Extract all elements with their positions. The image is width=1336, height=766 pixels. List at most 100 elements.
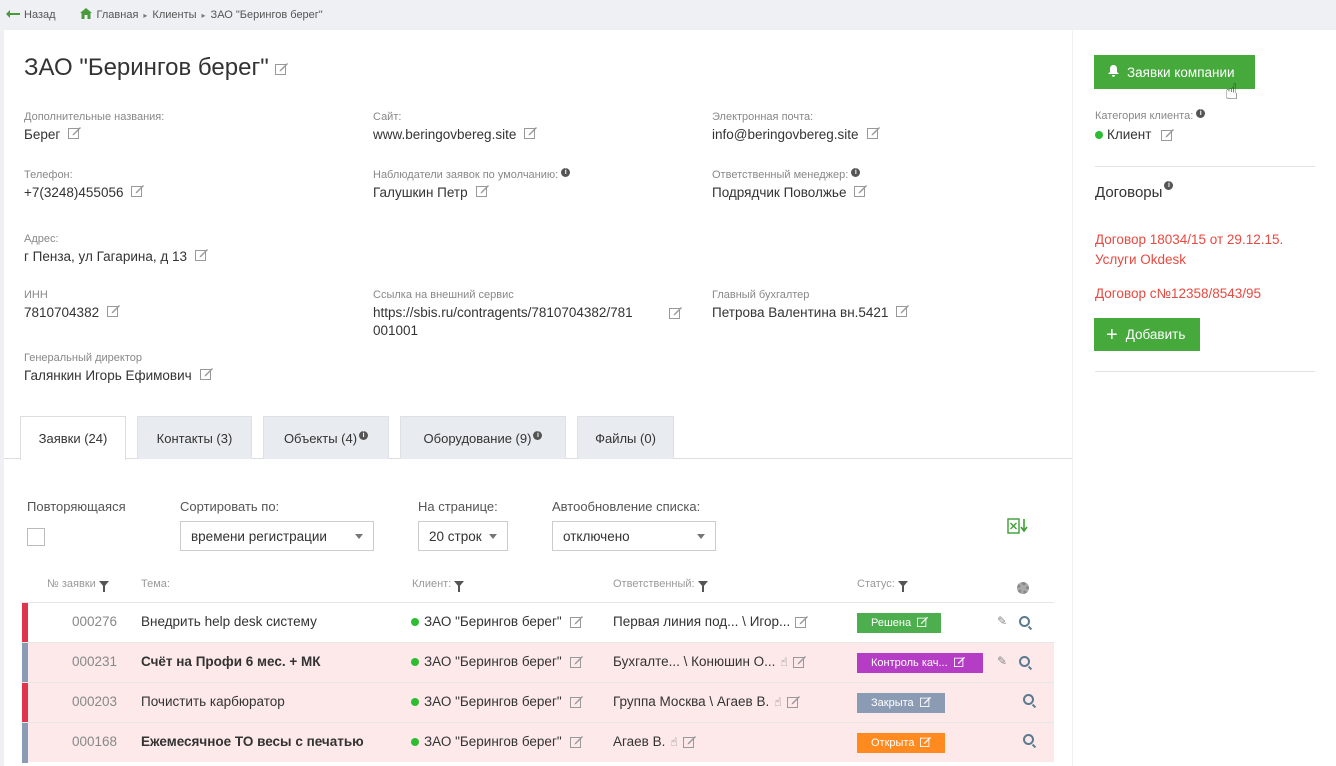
status-badge[interactable]: Решена [857, 613, 941, 633]
filter-icon[interactable] [897, 581, 908, 592]
info-icon[interactable]: i [851, 167, 861, 177]
tab-files[interactable]: Файлы (0) [577, 416, 674, 459]
edit-icon[interactable] [475, 184, 489, 197]
zoom-icon[interactable] [1023, 734, 1034, 745]
category-value: Клиент [1095, 127, 1175, 142]
tab-contacts[interactable]: Контакты (3) [137, 416, 252, 459]
edit-icon[interactable] [194, 248, 208, 261]
request-responsible[interactable]: Первая линия под... \ Игор... [613, 614, 809, 629]
request-number[interactable]: 000231 [72, 654, 117, 669]
back-link[interactable]: Назад [6, 9, 56, 21]
edit-icon[interactable] [68, 126, 82, 139]
request-client[interactable]: ЗАО "Берингов берег" [411, 694, 583, 709]
tab-objects[interactable]: Объекты (4) i [263, 416, 389, 459]
company-title: ЗАО "Берингов берег" [24, 54, 269, 81]
edit-icon[interactable] [107, 304, 121, 317]
edit-icon[interactable] [524, 126, 538, 139]
edit-icon[interactable] [795, 615, 809, 628]
edit-icon[interactable] [682, 735, 696, 748]
table-row[interactable]: 000276 Внедрить help desk систему ЗАО "Б… [22, 602, 1054, 643]
side-panel: Заявки компании ☝ Категория клиента: i Кл… [1073, 30, 1336, 766]
table-row[interactable]: 000168 Ежемесячное ТО весы с печатью ЗАО… [22, 722, 1054, 763]
request-client[interactable]: ЗАО "Берингов берег" [411, 654, 583, 669]
sort-label: Сортировать по: [180, 499, 280, 514]
autorefresh-label: Автообновление списка: [552, 499, 701, 514]
contract-link[interactable]: Договор 18034/15 от 29.12.15. Услуги Okd… [1095, 230, 1315, 270]
chevron-down-icon [355, 534, 363, 539]
edit-icon[interactable] [569, 735, 583, 748]
contract-link[interactable]: Договор с№12358/8543/95 [1095, 284, 1315, 304]
sort-select[interactable]: времени регистрации [180, 521, 374, 551]
breadcrumb-home[interactable]: Главная [97, 9, 139, 21]
request-number[interactable]: 000203 [72, 694, 117, 709]
edit-icon[interactable] [274, 62, 288, 75]
edit-icon[interactable] [199, 367, 213, 380]
edit-icon[interactable] [786, 695, 800, 708]
header-num[interactable]: № заявки [47, 578, 109, 592]
info-icon[interactable]: i [1196, 108, 1206, 118]
recurring-label: Повторяющаяся [27, 499, 126, 514]
top-navigation: Назад Главная ▸ Клиенты ▸ ЗАО "Берингов … [0, 0, 1336, 30]
request-client[interactable]: ЗАО "Берингов берег" [411, 614, 583, 629]
request-responsible[interactable]: Группа Москва \ Агаев В. ☝ [613, 694, 800, 709]
request-client[interactable]: ЗАО "Берингов берег" [411, 734, 583, 749]
field-phone: Телефон: +7(3248)455056 [24, 169, 145, 202]
priority-stripe [22, 643, 28, 683]
field-director: Генеральный директор Галянкин Игорь Ефим… [24, 352, 213, 385]
table-row[interactable]: 000203 Почистить карбюратор ЗАО "Беринго… [22, 682, 1054, 723]
chevron-down-icon [697, 534, 705, 539]
edit-icon[interactable] [569, 615, 583, 628]
request-number[interactable]: 000168 [72, 734, 117, 749]
bell-icon [1108, 64, 1119, 80]
table-row[interactable]: 000231 Счёт на Профи 6 мес. + МК ЗАО "Бе… [22, 642, 1054, 683]
paperclip-icon[interactable]: ✎ [997, 614, 1007, 628]
paperclip-icon[interactable]: ✎ [997, 654, 1007, 668]
request-responsible[interactable]: Агаев В. ☝ [613, 734, 696, 749]
filter-icon[interactable] [697, 581, 708, 592]
request-topic[interactable]: Внедрить help desk систему [141, 614, 317, 629]
zoom-icon[interactable] [1023, 694, 1034, 705]
status-badge[interactable]: Открыта [857, 733, 945, 753]
row-actions [1023, 734, 1034, 745]
zoom-icon[interactable] [1019, 615, 1031, 627]
info-icon[interactable]: i [1164, 181, 1174, 190]
autorefresh-select[interactable]: отключено [552, 521, 716, 551]
info-icon[interactable]: i [561, 167, 571, 177]
request-responsible[interactable]: Бухгалте... \ Конюшин О... ☝ [613, 654, 806, 669]
edit-icon[interactable] [569, 655, 583, 668]
request-topic[interactable]: Почистить карбюратор [141, 694, 285, 709]
edit-icon[interactable] [792, 655, 806, 668]
request-topic[interactable]: Счёт на Профи 6 мес. + МК [141, 654, 320, 669]
edit-icon[interactable] [866, 126, 880, 139]
request-number[interactable]: 000276 [72, 614, 117, 629]
filter-icon[interactable] [454, 581, 465, 592]
status-badge[interactable]: Закрыта [857, 693, 945, 713]
tab-equipment[interactable]: Оборудование (9) i [400, 416, 566, 459]
tab-requests[interactable]: Заявки (24) [20, 416, 126, 460]
edit-icon[interactable] [569, 695, 583, 708]
header-status[interactable]: Статус: [857, 578, 908, 592]
excel-export-icon[interactable] [1007, 517, 1029, 535]
edit-icon[interactable] [854, 184, 868, 197]
table-header: № заявки Тема: Клиент: Ответственный: Ст… [4, 570, 1072, 602]
zoom-icon[interactable] [1019, 655, 1031, 667]
recurring-checkbox[interactable] [27, 528, 45, 546]
header-responsible[interactable]: Ответственный: [613, 578, 708, 592]
external-link-value[interactable]: https://sbis.ru/contragents/7810704382/7… [373, 304, 661, 322]
edit-icon[interactable] [896, 304, 910, 317]
breadcrumb-clients[interactable]: Клиенты [152, 9, 196, 21]
edit-icon[interactable] [1161, 128, 1175, 141]
edit-icon[interactable] [131, 184, 145, 197]
priority-stripe [22, 723, 28, 763]
priority-stripe [22, 603, 28, 643]
breadcrumb: Главная ▸ Клиенты ▸ ЗАО "Берингов берег" [79, 8, 323, 22]
gear-icon[interactable] [1017, 582, 1029, 594]
hand-icon: ☝ [774, 694, 782, 709]
header-client[interactable]: Клиент: [412, 578, 465, 592]
filter-icon[interactable] [98, 581, 109, 592]
add-contract-button[interactable]: + Добавить [1094, 318, 1200, 351]
per-page-select[interactable]: 20 строк [418, 521, 508, 551]
status-badge[interactable]: Контроль кач... [857, 653, 983, 673]
edit-icon[interactable] [669, 306, 682, 319]
request-topic[interactable]: Ежемесячное ТО весы с печатью [141, 734, 364, 749]
